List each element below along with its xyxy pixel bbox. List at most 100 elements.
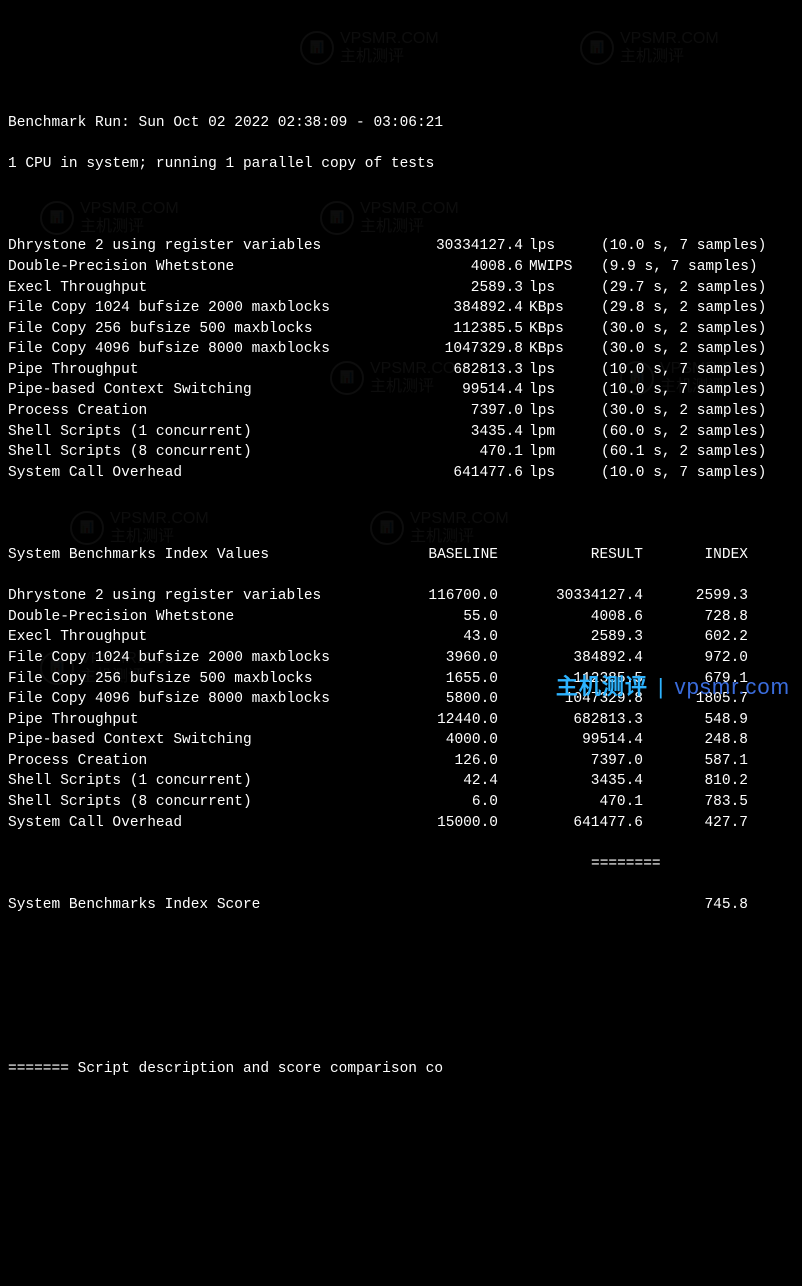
result-value: 30334127.4 [388, 236, 523, 257]
result-row: Pipe-based Context Switching99514.4lps(1… [8, 380, 802, 401]
index-name: Dhrystone 2 using register variables [8, 586, 378, 607]
index-name: Pipe-based Context Switching [8, 730, 378, 751]
result-unit: lps [523, 463, 583, 484]
result-unit: lps [523, 360, 583, 381]
index-baseline: 1655.0 [378, 669, 498, 690]
index-index: 728.8 [643, 607, 748, 628]
result-row: System Call Overhead641477.6lps(10.0 s, … [8, 463, 802, 484]
index-row: Shell Scripts (1 concurrent)42.43435.481… [8, 771, 802, 792]
run-header: Benchmark Run: Sun Oct 02 2022 02:38:09 … [8, 113, 802, 134]
result-name: File Copy 1024 bufsize 2000 maxblocks [8, 298, 388, 319]
result-timing: (10.0 s, 7 samples) [583, 380, 766, 401]
result-name: Double-Precision Whetstone [8, 257, 388, 278]
result-row: Shell Scripts (1 concurrent)3435.4lpm(60… [8, 422, 802, 443]
credit-badge: 主机测评 | vpsmr.com [556, 671, 790, 702]
index-result: 4008.6 [498, 607, 643, 628]
result-name: Pipe-based Context Switching [8, 380, 388, 401]
index-baseline: 15000.0 [378, 813, 498, 834]
result-name: System Call Overhead [8, 463, 388, 484]
index-row: Double-Precision Whetstone55.04008.6728.… [8, 607, 802, 628]
result-name: Shell Scripts (8 concurrent) [8, 442, 388, 463]
index-row: Pipe-based Context Switching4000.099514.… [8, 730, 802, 751]
result-unit: KBps [523, 298, 583, 319]
result-unit: lps [523, 278, 583, 299]
result-name: File Copy 256 bufsize 500 maxblocks [8, 319, 388, 340]
index-baseline: 55.0 [378, 607, 498, 628]
index-baseline: 126.0 [378, 751, 498, 772]
index-row: System Call Overhead15000.0641477.6427.7 [8, 813, 802, 834]
index-index: 248.8 [643, 730, 748, 751]
index-header: System Benchmarks Index ValuesBASELINERE… [8, 545, 802, 566]
result-value: 641477.6 [388, 463, 523, 484]
index-result: 2589.3 [498, 627, 643, 648]
terminal-output: Benchmark Run: Sun Oct 02 2022 02:38:09 … [8, 92, 802, 1100]
index-index: 602.2 [643, 627, 748, 648]
credit-sep: | [658, 671, 665, 702]
index-index: 783.5 [643, 792, 748, 813]
result-name: Process Creation [8, 401, 388, 422]
result-unit: lpm [523, 442, 583, 463]
index-result: 470.1 [498, 792, 643, 813]
index-row: File Copy 1024 bufsize 2000 maxblocks396… [8, 648, 802, 669]
result-value: 384892.4 [388, 298, 523, 319]
index-name: System Call Overhead [8, 813, 378, 834]
separator: ======== [8, 854, 802, 875]
result-unit: lps [523, 380, 583, 401]
result-timing: (10.0 s, 7 samples) [583, 463, 766, 484]
index-baseline: 43.0 [378, 627, 498, 648]
index-result: 3435.4 [498, 771, 643, 792]
cpu-header: 1 CPU in system; running 1 parallel copy… [8, 154, 802, 175]
result-unit: KBps [523, 339, 583, 360]
result-row: Shell Scripts (8 concurrent)470.1lpm(60.… [8, 442, 802, 463]
index-name: Shell Scripts (8 concurrent) [8, 792, 378, 813]
result-row: Execl Throughput2589.3lps(29.7 s, 2 samp… [8, 278, 802, 299]
result-value: 4008.6 [388, 257, 523, 278]
index-name: Execl Throughput [8, 627, 378, 648]
results-table: Dhrystone 2 using register variables3033… [8, 236, 802, 483]
index-index: 427.7 [643, 813, 748, 834]
result-value: 3435.4 [388, 422, 523, 443]
result-timing: (30.0 s, 2 samples) [583, 401, 766, 422]
index-row: Shell Scripts (8 concurrent)6.0470.1783.… [8, 792, 802, 813]
index-table: Dhrystone 2 using register variables1167… [8, 586, 802, 833]
result-timing: (30.0 s, 2 samples) [583, 319, 766, 340]
index-result: 641477.6 [498, 813, 643, 834]
index-baseline: 12440.0 [378, 710, 498, 731]
index-name: Pipe Throughput [8, 710, 378, 731]
index-result: 7397.0 [498, 751, 643, 772]
index-name: File Copy 256 bufsize 500 maxblocks [8, 669, 378, 690]
result-timing: (10.0 s, 7 samples) [583, 360, 766, 381]
footer: ======= Script description and score com… [8, 1059, 802, 1080]
result-unit: KBps [523, 319, 583, 340]
result-name: Shell Scripts (1 concurrent) [8, 422, 388, 443]
index-row: Pipe Throughput12440.0682813.3548.9 [8, 710, 802, 731]
result-row: Process Creation7397.0lps(30.0 s, 2 samp… [8, 401, 802, 422]
index-index: 972.0 [643, 648, 748, 669]
result-timing: (29.8 s, 2 samples) [583, 298, 766, 319]
result-value: 682813.3 [388, 360, 523, 381]
result-timing: (10.0 s, 7 samples) [583, 236, 766, 257]
index-baseline: 42.4 [378, 771, 498, 792]
result-timing: (9.9 s, 7 samples) [583, 257, 758, 278]
index-name: Shell Scripts (1 concurrent) [8, 771, 378, 792]
result-timing: (29.7 s, 2 samples) [583, 278, 766, 299]
index-result: 384892.4 [498, 648, 643, 669]
result-unit: MWIPS [523, 257, 583, 278]
index-row: Process Creation126.07397.0587.1 [8, 751, 802, 772]
index-result: 30334127.4 [498, 586, 643, 607]
result-name: Execl Throughput [8, 278, 388, 299]
result-name: File Copy 4096 bufsize 8000 maxblocks [8, 339, 388, 360]
result-name: Dhrystone 2 using register variables [8, 236, 388, 257]
result-row: File Copy 256 bufsize 500 maxblocks11238… [8, 319, 802, 340]
index-result: 99514.4 [498, 730, 643, 751]
index-baseline: 3960.0 [378, 648, 498, 669]
result-value: 99514.4 [388, 380, 523, 401]
result-unit: lpm [523, 422, 583, 443]
result-timing: (60.1 s, 2 samples) [583, 442, 766, 463]
result-row: File Copy 1024 bufsize 2000 maxblocks384… [8, 298, 802, 319]
index-index: 587.1 [643, 751, 748, 772]
index-name: Process Creation [8, 751, 378, 772]
index-name: File Copy 1024 bufsize 2000 maxblocks [8, 648, 378, 669]
result-row: Dhrystone 2 using register variables3033… [8, 236, 802, 257]
index-row: Execl Throughput43.02589.3602.2 [8, 627, 802, 648]
